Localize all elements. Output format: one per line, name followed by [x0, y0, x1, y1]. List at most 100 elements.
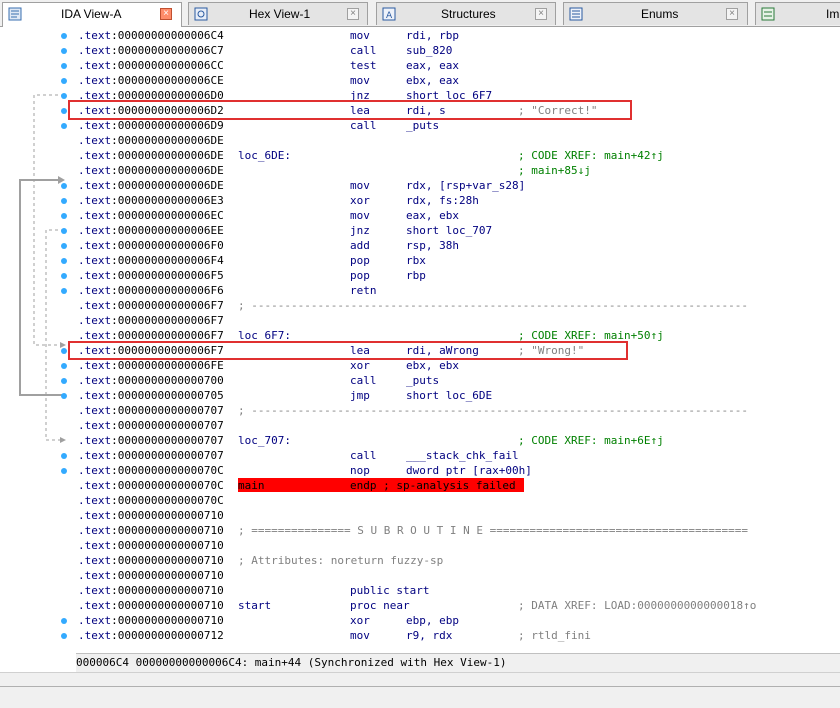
listing-row[interactable]: .text:0000000000000710	[76, 508, 840, 523]
breakpoint-dot[interactable]	[61, 633, 67, 639]
breakpoint-dot[interactable]	[61, 78, 67, 84]
listing-row[interactable]: .text:00000000000006F0 add rsp, 38h	[76, 238, 840, 253]
address-value: :0000000000000710	[111, 539, 224, 552]
segment-name: .text	[78, 599, 112, 612]
tab-label: Enums	[641, 7, 679, 21]
listing-row[interactable]: .text:00000000000006D9 call _puts	[76, 118, 840, 133]
address-value: :0000000000000710	[111, 554, 224, 567]
breakpoint-dot[interactable]	[61, 228, 67, 234]
close-icon[interactable]: ×	[535, 8, 547, 20]
breakpoint-dot[interactable]	[61, 108, 67, 114]
mnemonic: pop	[350, 269, 370, 282]
address-value: :00000000000006C4	[111, 29, 224, 42]
address: .text:00000000000006FE	[78, 358, 224, 373]
listing-row[interactable]: .text:00000000000006CC test eax, eax	[76, 58, 840, 73]
listing-row[interactable]: .text:0000000000000710 start proc near ; DA…	[76, 598, 840, 613]
listing-row[interactable]: .text:00000000000006C4 mov rdi, rbp	[76, 28, 840, 43]
address: .text:00000000000006DE	[78, 133, 224, 148]
segment-name: .text	[78, 629, 112, 642]
listing-row[interactable]: .text:00000000000006E3 xor rdx, fs:28h	[76, 193, 840, 208]
listing-row[interactable]: .text:00000000000006DE	[76, 133, 840, 148]
address-value: :00000000000006E3	[111, 194, 224, 207]
listing-row[interactable]: .text:000000000000070C main endp ; sp-anal…	[76, 478, 840, 493]
listing-row[interactable]: .text:0000000000000705 jmp short loc_6DE	[76, 388, 840, 403]
tab-structures[interactable]: A Structures ×	[376, 2, 556, 25]
listing-row[interactable]: .text:0000000000000707 call ___stack_chk_f…	[76, 448, 840, 463]
listing-row[interactable]: .text:00000000000006DE mov rdx, [rsp+var_s…	[76, 178, 840, 193]
enums-icon	[569, 7, 583, 21]
breakpoint-dot[interactable]	[61, 123, 67, 129]
tab-enums[interactable]: Enums ×	[563, 2, 748, 25]
address-value: :00000000000006DE	[111, 164, 224, 177]
listing-row[interactable]: .text:000000000000070C nop dword ptr [rax+…	[76, 463, 840, 478]
breakpoint-dot[interactable]	[61, 468, 67, 474]
segment-name: .text	[78, 44, 112, 57]
breakpoint-dot[interactable]	[61, 183, 67, 189]
address-value: :00000000000006DE	[111, 134, 224, 147]
listing-row[interactable]: .text:00000000000006F4 pop rbx	[76, 253, 840, 268]
address: .text:00000000000006EC	[78, 208, 224, 223]
listing-row[interactable]: .text:0000000000000710 xor ebp, ebp	[76, 613, 840, 628]
listing-row[interactable]: .text:0000000000000712 mov r9, rdx ; rtld_f…	[76, 628, 840, 643]
address: .text:00000000000006F5	[78, 268, 224, 283]
listing-row[interactable]: .text:0000000000000707	[76, 418, 840, 433]
breakpoint-dot[interactable]	[61, 48, 67, 54]
tab-hex-view-1[interactable]: Hex View-1 ×	[188, 2, 368, 25]
close-icon[interactable]: ×	[726, 8, 738, 20]
listing-row[interactable]: .text:00000000000006FE xor ebx, ebx	[76, 358, 840, 373]
listing-row[interactable]: .text:0000000000000707 loc_707: ; CODE XRE…	[76, 433, 840, 448]
listing-row[interactable]: .text:00000000000006CE mov ebx, eax	[76, 73, 840, 88]
listing-row[interactable]: .text:0000000000000707 ; ----------------…	[76, 403, 840, 418]
listing-row[interactable]: .text:000000000000070C	[76, 493, 840, 508]
segment-name: .text	[78, 404, 112, 417]
listing-row[interactable]: .text:00000000000006F6 retn	[76, 283, 840, 298]
segment-name: .text	[78, 479, 112, 492]
listing-row[interactable]: .text:0000000000000710 ; Attributes: nore…	[76, 553, 840, 568]
close-icon[interactable]: ×	[160, 8, 172, 20]
address-value: :000000000000070C	[111, 479, 224, 492]
breakpoint-dot[interactable]	[61, 363, 67, 369]
flow-gutter	[0, 27, 75, 651]
listing-row[interactable]: .text:00000000000006EE jnz short loc_707	[76, 223, 840, 238]
breakpoint-dot[interactable]	[61, 348, 67, 354]
breakpoint-dot[interactable]	[61, 33, 67, 39]
operand: sub_820	[406, 44, 453, 57]
listing-row[interactable]: .text:00000000000006F7 ; ----------------…	[76, 298, 840, 313]
breakpoint-dot[interactable]	[61, 213, 67, 219]
segment-name: .text	[78, 584, 112, 597]
listing-row[interactable]: .text:0000000000000710 public start	[76, 583, 840, 598]
disassembly-listing[interactable]: .text:00000000000006C4 mov rdi, rbp .text:0…	[76, 27, 840, 651]
horizontal-scrollbar[interactable]	[0, 672, 840, 687]
listing-row[interactable]: .text:00000000000006C7 call sub_820	[76, 43, 840, 58]
breakpoint-dot[interactable]	[61, 243, 67, 249]
listing-row[interactable]: .text:0000000000000710	[76, 538, 840, 553]
breakpoint-dot[interactable]	[61, 288, 67, 294]
breakpoint-dot[interactable]	[61, 93, 67, 99]
tab-imports[interactable]: Im	[755, 2, 840, 25]
breakpoint-dot[interactable]	[61, 618, 67, 624]
operand: short loc_6DE	[406, 389, 493, 402]
breakpoint-dot[interactable]	[61, 453, 67, 459]
segment-name: .text	[78, 59, 112, 72]
breakpoint-dot[interactable]	[61, 273, 67, 279]
close-icon[interactable]: ×	[347, 8, 359, 20]
address-value: :00000000000006F0	[111, 239, 224, 252]
breakpoint-dot[interactable]	[61, 378, 67, 384]
mnemonic: mov	[350, 209, 370, 222]
listing-row[interactable]: .text:00000000000006DE ; main+85↓j	[76, 163, 840, 178]
breakpoint-dot[interactable]	[61, 393, 67, 399]
listing-row[interactable]: .text:00000000000006EC mov eax, ebx	[76, 208, 840, 223]
address: .text:0000000000000707	[78, 403, 224, 418]
segment-name: .text	[78, 434, 112, 447]
breakpoint-dot[interactable]	[61, 258, 67, 264]
segment-name: .text	[78, 29, 112, 42]
listing-row[interactable]: .text:00000000000006DE loc_6DE: ; CODE XRE…	[76, 148, 840, 163]
listing-row[interactable]: .text:0000000000000700 call _puts	[76, 373, 840, 388]
breakpoint-dot[interactable]	[61, 63, 67, 69]
breakpoint-dot[interactable]	[61, 198, 67, 204]
tab-ida-view-a[interactable]: IDA View-A ×	[2, 2, 182, 27]
listing-row[interactable]: .text:00000000000006F5 pop rbp	[76, 268, 840, 283]
listing-row[interactable]: .text:00000000000006F7	[76, 313, 840, 328]
listing-row[interactable]: .text:0000000000000710	[76, 568, 840, 583]
listing-row[interactable]: .text:0000000000000710 ; =============== …	[76, 523, 840, 538]
